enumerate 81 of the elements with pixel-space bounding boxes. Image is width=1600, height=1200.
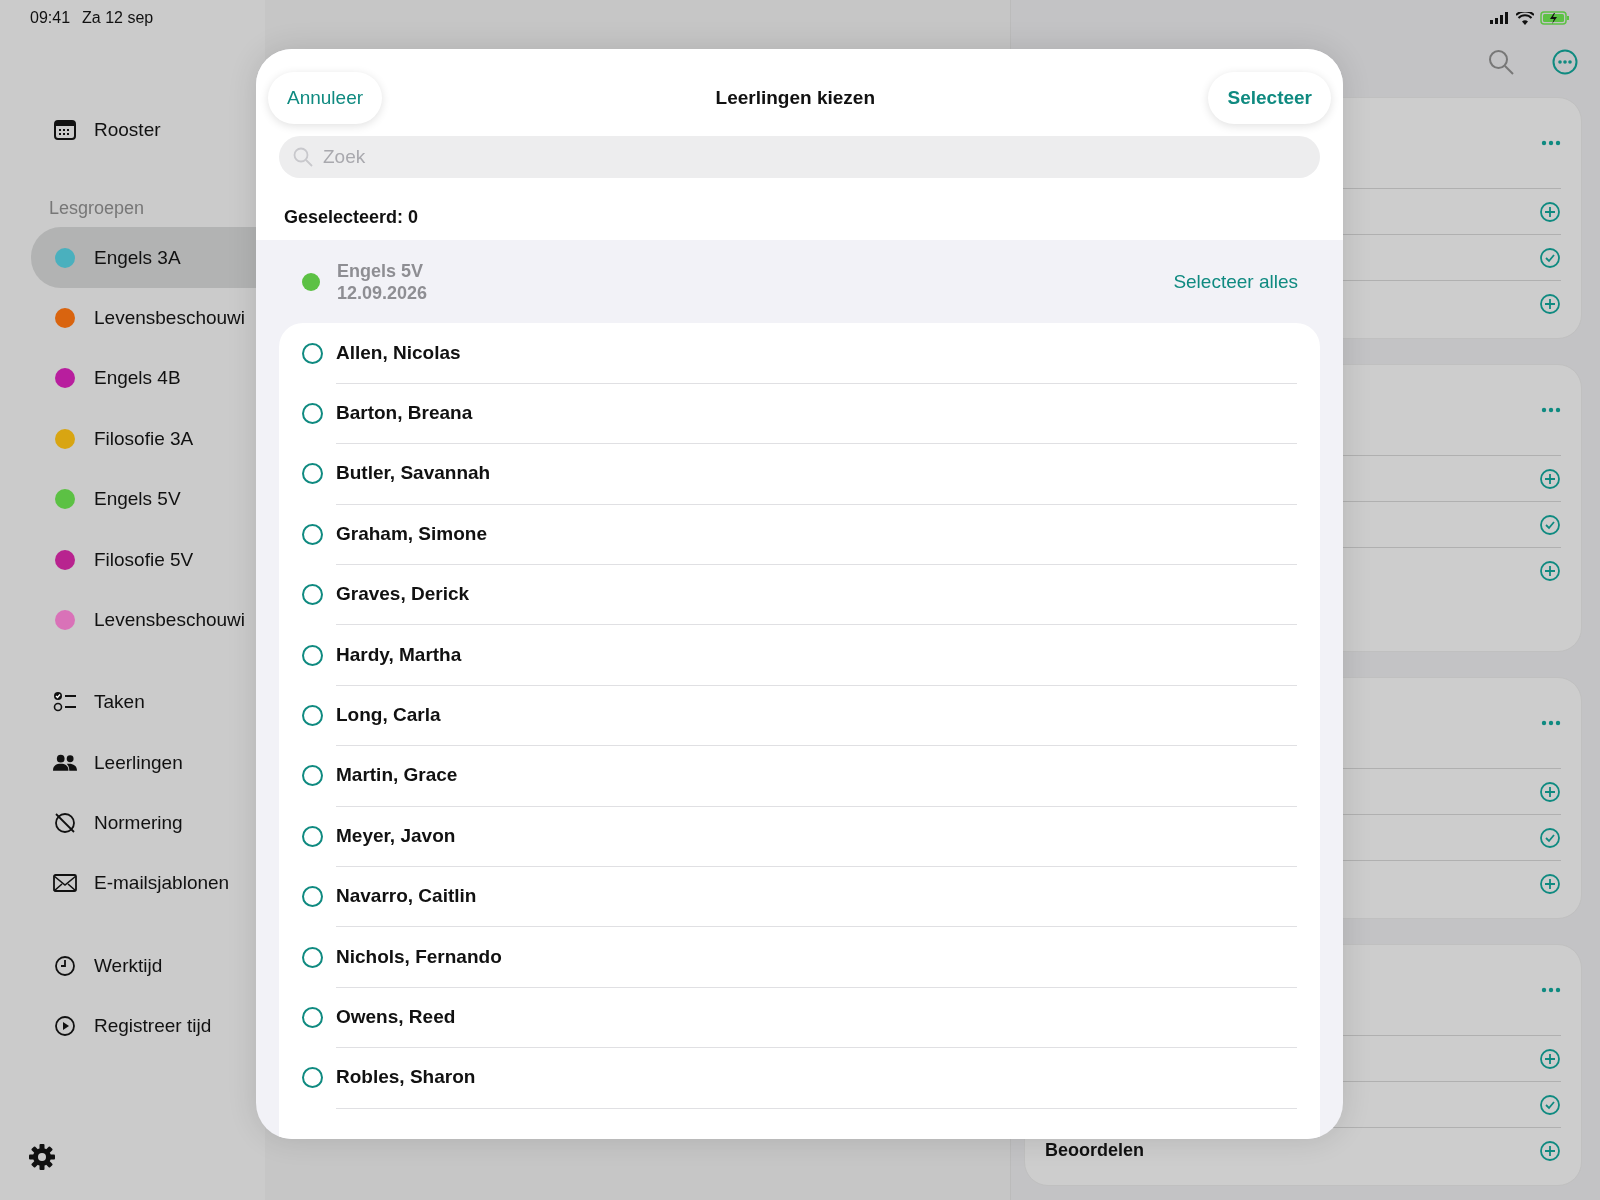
radio-button[interactable] [302, 342, 323, 364]
student-name[interactable]: Barton, Breana [336, 402, 473, 425]
signal-icon [1490, 12, 1510, 24]
search-field[interactable]: Zoek [279, 136, 1320, 178]
sidebar-item[interactable]: Leerlingen [31, 732, 265, 793]
calendar-icon [54, 120, 76, 141]
clock-icon [54, 954, 76, 977]
radio-button[interactable] [302, 946, 323, 968]
group-item[interactable]: Engels 5V [31, 468, 265, 530]
more-icon[interactable] [1552, 49, 1578, 75]
student-name[interactable]: Graham, Simone [336, 522, 487, 545]
plus-circle-icon[interactable] [1539, 559, 1561, 582]
plus-circle-icon[interactable] [1539, 200, 1561, 223]
radio-button[interactable] [302, 523, 323, 545]
selected-count: Geselecteerd: 0 [283, 206, 420, 229]
checklist-icon [53, 691, 77, 714]
battery-icon [1540, 11, 1570, 25]
student-name[interactable]: Robles, Sharon [336, 1066, 476, 1089]
radio-button[interactable] [302, 1067, 323, 1089]
plus-circle-icon[interactable] [1539, 780, 1561, 803]
search-icon [293, 147, 313, 167]
search-icon[interactable] [1488, 49, 1514, 75]
sidebar-item[interactable]: Normering [31, 792, 265, 854]
group-item[interactable]: Filosofie 3A [31, 408, 265, 469]
plus-circle-icon[interactable] [1539, 467, 1561, 490]
plus-circle-icon[interactable] [1539, 1139, 1561, 1162]
more-icon[interactable] [1541, 987, 1561, 993]
group-name: Engels 5V [337, 259, 425, 282]
radio-button[interactable] [302, 403, 323, 425]
check-circle-icon[interactable] [1539, 826, 1561, 849]
more-icon[interactable] [1541, 720, 1561, 726]
student-name[interactable]: Navarro, Caitlin [336, 885, 477, 908]
status-date: Za 12 sep [82, 9, 154, 27]
sidebar-item[interactable]: E-mailsjablonen [31, 853, 265, 914]
group-item[interactable]: Engels 4B [31, 348, 265, 409]
envelope-icon [53, 874, 77, 893]
radio-button[interactable] [302, 886, 323, 908]
plus-circle-icon[interactable] [1539, 1047, 1561, 1070]
more-icon[interactable] [1541, 140, 1561, 146]
plus-circle-icon[interactable] [1539, 292, 1561, 315]
student-name[interactable]: Meyer, Javon [336, 824, 456, 847]
student-name[interactable]: Nichols, Fernando [336, 945, 502, 968]
group-date: 12.09.2026 [337, 281, 429, 304]
people-icon [53, 752, 77, 773]
student-name[interactable]: Long, Carla [336, 704, 441, 727]
section-title: Lesgroepen [48, 197, 146, 221]
row-label: Beoordelen [1045, 1140, 1145, 1161]
more-icon[interactable] [1541, 407, 1561, 413]
radio-button[interactable] [302, 1007, 323, 1028]
group-item[interactable]: Levensbeschouwi [31, 287, 265, 349]
radio-button[interactable] [302, 644, 323, 666]
select-button[interactable]: Selecteer [1208, 72, 1331, 124]
crossed-circle-icon [54, 812, 76, 835]
radio-button[interactable] [302, 584, 323, 606]
sidebar-item[interactable]: Taken [31, 672, 265, 733]
student-name[interactable]: Allen, Nicolas [336, 341, 461, 364]
check-circle-icon[interactable] [1539, 1093, 1561, 1116]
student-name[interactable]: Graves, Derick [336, 583, 470, 606]
sheet-title: Leerlingen kiezen [715, 87, 875, 109]
plus-circle-icon[interactable] [1539, 872, 1561, 895]
group-item[interactable]: Levensbeschouwi [31, 589, 265, 651]
wifi-icon [1516, 11, 1534, 25]
student-name[interactable]: Hardy, Martha [336, 643, 462, 666]
student-name[interactable]: Butler, Savannah [336, 462, 491, 485]
select-all-link[interactable]: Selecteer alles [1173, 270, 1298, 293]
check-circle-icon[interactable] [1539, 513, 1561, 536]
student-name[interactable]: Martin, Grace [336, 764, 458, 787]
play-icon [54, 1015, 76, 1038]
sidebar-item[interactable]: Registreer tijd [31, 996, 265, 1057]
check-circle-icon[interactable] [1539, 246, 1561, 269]
radio-button[interactable] [302, 825, 323, 847]
radio-button[interactable] [302, 463, 323, 485]
sidebar-item[interactable]: Werktijd [31, 935, 265, 997]
sidebar-item[interactable]: Rooster [31, 100, 265, 161]
radio-button[interactable] [302, 765, 323, 787]
cancel-button[interactable]: Annuleer [268, 72, 383, 124]
settings-icon[interactable] [28, 1143, 56, 1171]
status-time: 09:41 [30, 9, 71, 27]
student-name[interactable]: Owens, Reed [336, 1006, 456, 1028]
group-item[interactable]: Filosofie 5V [31, 529, 265, 590]
radio-button[interactable] [302, 705, 323, 727]
